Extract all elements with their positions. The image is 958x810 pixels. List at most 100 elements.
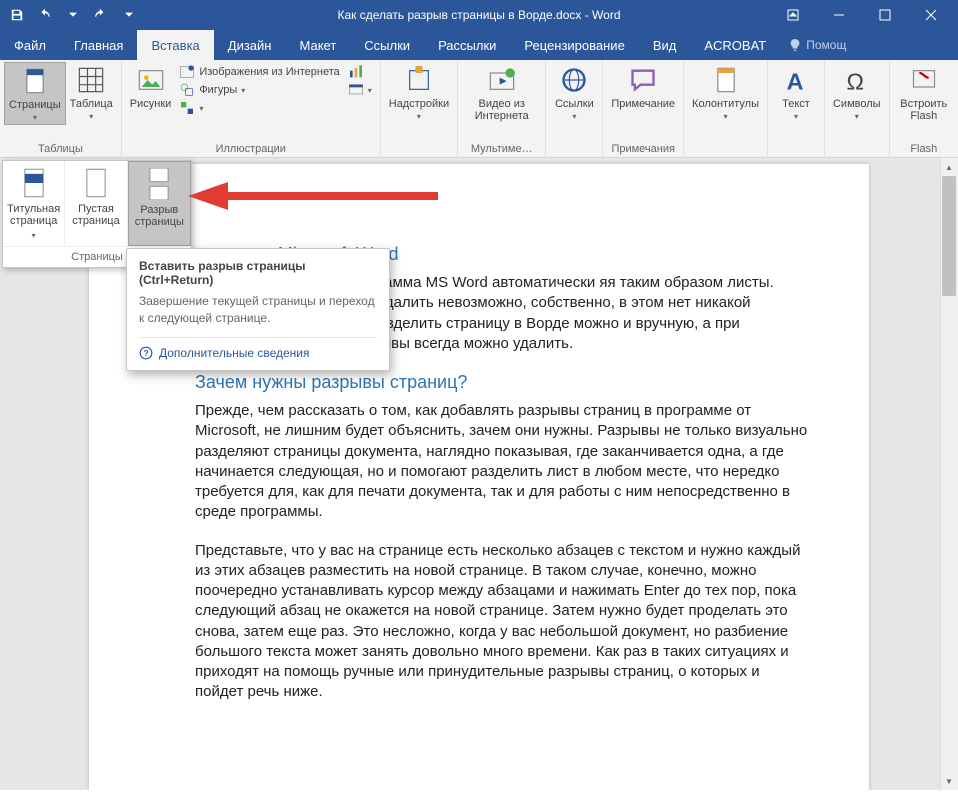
svg-text:A: A (787, 68, 804, 94)
redo-button[interactable] (88, 2, 114, 28)
group-addins: Надстройки ▾ (381, 60, 458, 157)
pictures-button[interactable]: Рисунки (126, 62, 176, 112)
titlebar: Как сделать разрыв страницы в Ворде.docx… (0, 0, 958, 30)
table-label: Таблица (70, 98, 113, 110)
save-button[interactable] (4, 2, 30, 28)
links-icon (558, 64, 590, 96)
symbols-button[interactable]: Ω Символы ▾ (829, 62, 885, 123)
tell-me-input[interactable]: Помощ (788, 30, 846, 60)
scroll-thumb[interactable] (942, 176, 956, 296)
header-footer-button[interactable]: Колонтитулы ▾ (688, 62, 763, 123)
group-illustrations-label: Иллюстрации (126, 141, 376, 157)
dropdown-icon: ▾ (89, 112, 93, 121)
cover-page-icon (18, 167, 50, 199)
links-button[interactable]: Ссылки ▾ (550, 62, 598, 123)
flash-icon (908, 64, 940, 96)
group-text: A Текст ▾ (768, 60, 825, 157)
scroll-up-button[interactable]: ▲ (940, 158, 958, 176)
links-label: Ссылки (555, 98, 594, 110)
dropdown-icon: ▾ (794, 112, 798, 121)
tab-design[interactable]: Дизайн (214, 30, 286, 60)
group-illustrations: Рисунки Изображения из Интернета Фигуры ▾… (122, 60, 381, 157)
tab-view[interactable]: Вид (639, 30, 691, 60)
online-pictures-icon (179, 64, 195, 80)
blank-page-icon (80, 167, 112, 199)
red-arrow-annotation (188, 176, 438, 216)
dropdown-icon: ▾ (724, 112, 728, 121)
pictures-label: Рисунки (130, 98, 172, 110)
comment-button[interactable]: Примечание (607, 62, 679, 112)
symbols-icon: Ω (841, 64, 873, 96)
shapes-button[interactable]: Фигуры ▾ (179, 82, 339, 98)
smartart-icon (179, 100, 195, 116)
flash-label: Встроить Flash (898, 98, 950, 122)
group-comments-label: Примечания (607, 141, 679, 157)
ribbon: Страницы ▾ Таблица ▾ Таблицы Рисунки Изо… (0, 60, 958, 158)
undo-dropdown[interactable] (60, 2, 86, 28)
svg-text:Ω: Ω (846, 68, 863, 94)
screenshot-button[interactable]: ▾ (348, 82, 372, 98)
tab-home[interactable]: Главная (60, 30, 137, 60)
tooltip-body: Завершение текущей страницы и переход к … (139, 293, 377, 327)
symbols-label: Символы (833, 98, 881, 110)
doc-paragraph-2: Прежде, чем рассказать о том, как добавл… (195, 401, 809, 523)
cover-page-label: Титульная страница (7, 203, 60, 227)
maximize-button[interactable] (862, 0, 908, 30)
smartart-button[interactable]: ▾ (179, 100, 339, 116)
tooltip-title: Вставить разрыв страницы (Ctrl+Return) (139, 259, 377, 287)
pages-icon (19, 65, 51, 97)
scroll-down-button[interactable]: ▼ (940, 772, 958, 790)
tab-mailings[interactable]: Рассылки (424, 30, 510, 60)
online-pictures-button[interactable]: Изображения из Интернета (179, 64, 339, 80)
group-media: Видео из Интернета Мультиме… (458, 60, 546, 157)
minimize-button[interactable] (816, 0, 862, 30)
text-button[interactable]: A Текст ▾ (772, 62, 820, 123)
tab-review[interactable]: Рецензирование (510, 30, 638, 60)
undo-button[interactable] (32, 2, 58, 28)
addins-icon (403, 64, 435, 96)
ribbon-display-options[interactable] (770, 0, 816, 30)
group-headers: Колонтитулы ▾ (684, 60, 768, 157)
tooltip-more-label: Дополнительные сведения (159, 346, 309, 360)
online-video-label: Видео из Интернета (466, 98, 537, 122)
addins-button[interactable]: Надстройки ▾ (385, 62, 453, 123)
page-break-button[interactable]: Разрыв страницы (128, 161, 191, 246)
blank-page-label: Пустая страница (69, 203, 122, 227)
flash-button[interactable]: Встроить Flash (894, 62, 954, 124)
tab-file[interactable]: Файл (0, 30, 60, 60)
vertical-scrollbar[interactable]: ▲ ▼ (940, 158, 958, 790)
text-label: Текст (782, 98, 810, 110)
table-button[interactable]: Таблица ▾ (66, 62, 117, 123)
blank-page-button[interactable]: Пустая страница (65, 161, 127, 246)
tab-acrobat[interactable]: ACROBAT (690, 30, 780, 60)
tell-me-label: Помощ (806, 38, 846, 52)
chart-button[interactable] (348, 64, 372, 80)
group-tables-label: Таблицы (4, 141, 117, 157)
comment-label: Примечание (611, 98, 675, 110)
pictures-icon (135, 64, 167, 96)
dropdown-icon: ▾ (241, 86, 245, 95)
qat-customize[interactable] (116, 2, 142, 28)
tab-layout[interactable]: Макет (285, 30, 350, 60)
dropdown-icon: ▾ (572, 112, 576, 121)
pages-button[interactable]: Страницы ▾ (4, 62, 66, 125)
online-video-button[interactable]: Видео из Интернета (462, 62, 541, 124)
window-controls (770, 0, 954, 30)
quick-access-toolbar (4, 2, 142, 28)
pages-label: Страницы (9, 99, 61, 111)
dropdown-icon: ▾ (32, 231, 36, 240)
tooltip-more-link[interactable]: ? Дополнительные сведения (139, 337, 377, 360)
screenshot-icon (348, 82, 364, 98)
shapes-label: Фигуры (199, 84, 237, 96)
cover-page-button[interactable]: Титульная страница ▾ (3, 161, 65, 246)
header-footer-label: Колонтитулы (692, 98, 759, 110)
svg-text:?: ? (144, 349, 149, 358)
close-button[interactable] (908, 0, 954, 30)
shapes-icon (179, 82, 195, 98)
page-break-tooltip: Вставить разрыв страницы (Ctrl+Return) З… (126, 248, 390, 371)
tab-references[interactable]: Ссылки (350, 30, 424, 60)
group-links: Ссылки ▾ (546, 60, 603, 157)
document-title: Как сделать разрыв страницы в Ворде.docx… (337, 8, 620, 22)
ribbon-tabs: Файл Главная Вставка Дизайн Макет Ссылки… (0, 30, 958, 60)
tab-insert[interactable]: Вставка (137, 30, 213, 60)
